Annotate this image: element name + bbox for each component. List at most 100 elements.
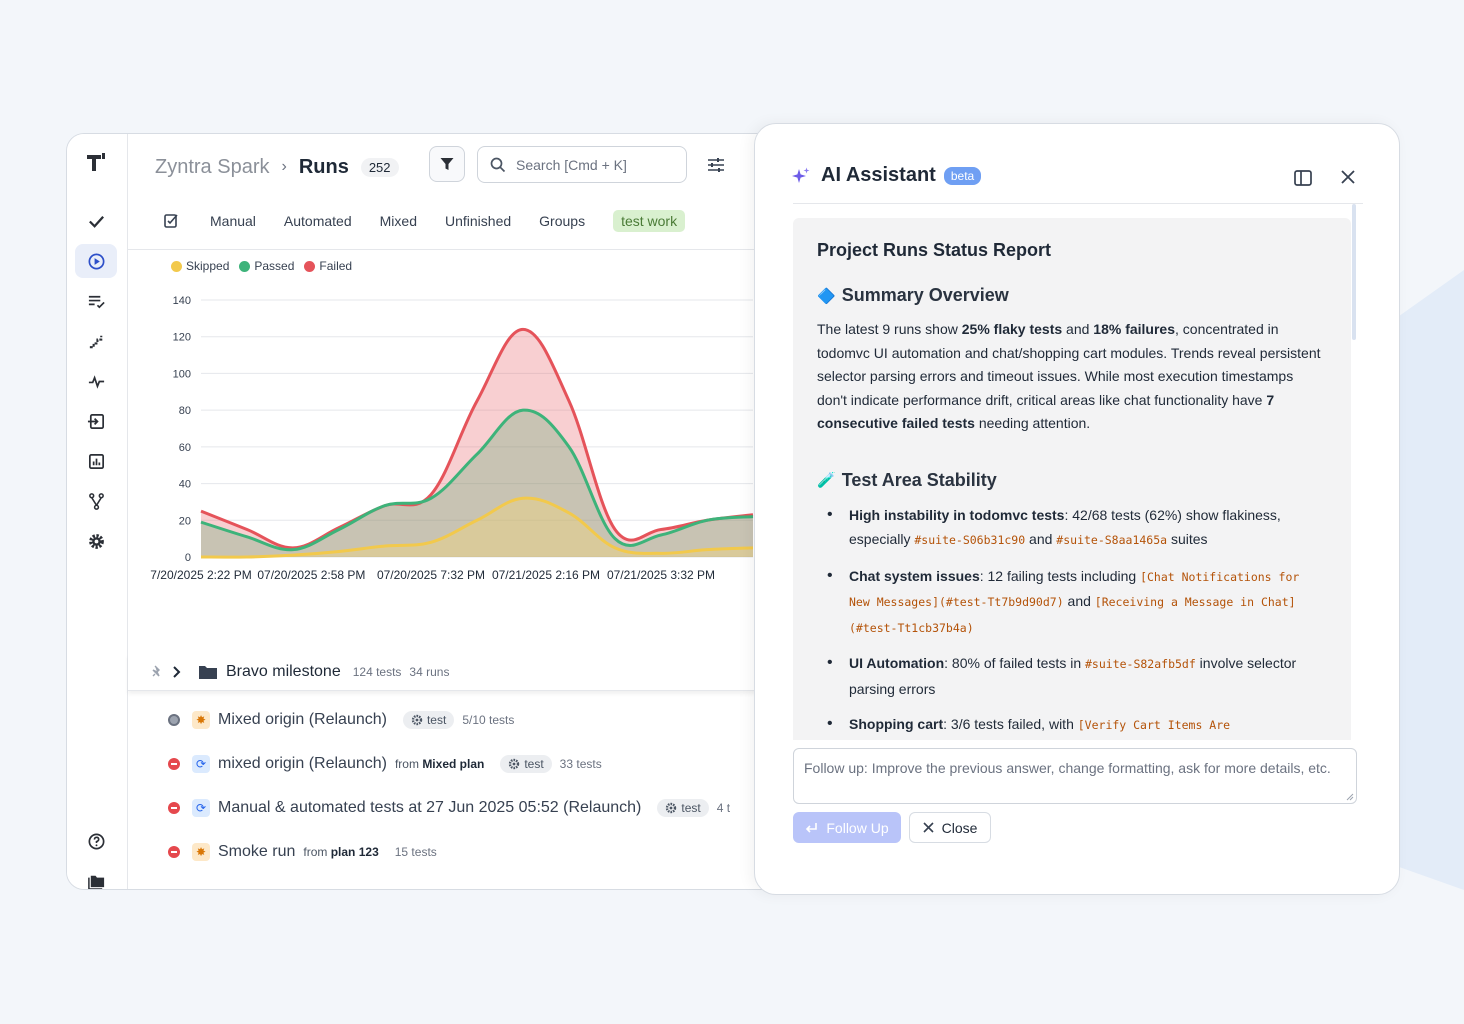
pin-icon[interactable] bbox=[150, 665, 164, 679]
legend-label-passed: Passed bbox=[254, 259, 295, 273]
close-small-icon bbox=[923, 822, 934, 833]
status-mixed-icon bbox=[168, 714, 180, 726]
beta-badge: beta bbox=[943, 166, 982, 185]
tag-test-work[interactable]: test work bbox=[613, 210, 686, 232]
x-tick-label: 07/20/2025 2:58 PM bbox=[257, 568, 365, 582]
assistant-header: AI Assistant beta bbox=[791, 164, 982, 187]
legend-label-failed: Failed bbox=[319, 259, 353, 273]
list-check-icon[interactable] bbox=[75, 284, 117, 318]
follow-up-input[interactable]: Follow up: Improve the previous answer, … bbox=[793, 748, 1357, 804]
tab-groups[interactable]: Groups bbox=[539, 213, 585, 229]
steps-icon[interactable] bbox=[75, 324, 117, 358]
y-tick-label: 80 bbox=[179, 405, 191, 417]
suite-link[interactable]: #suite-S8aa1465a bbox=[1056, 533, 1167, 547]
runs-count-badge: 252 bbox=[360, 157, 399, 177]
legend-swatch-skipped bbox=[171, 260, 182, 272]
help-icon[interactable] bbox=[75, 824, 117, 858]
run-source-plan: from plan 123 bbox=[303, 845, 378, 859]
report-title: Project Runs Status Report bbox=[817, 240, 1052, 260]
follow-up-placeholder: Follow up: Improve the previous answer, … bbox=[804, 760, 1331, 776]
bullet-text: : 80% of failed tests in bbox=[944, 655, 1085, 671]
plan-name[interactable]: plan 123 bbox=[331, 845, 379, 859]
run-title[interactable]: Manual & automated tests at 27 Jun 2025 … bbox=[218, 799, 641, 817]
legend-passed[interactable]: Passed bbox=[239, 259, 294, 273]
run-title[interactable]: Mixed origin (Relaunch) bbox=[218, 711, 387, 729]
run-row[interactable]: ✸ Mixed origin (Relaunch) test 5/10 test… bbox=[128, 698, 522, 742]
group-row[interactable]: Bravo milestone 124 tests 34 runs bbox=[128, 654, 785, 691]
tab-manual[interactable]: Manual bbox=[210, 213, 256, 229]
run-row[interactable]: ✸ Smoke run from plan 123 15 tests bbox=[128, 830, 445, 874]
play-circle-icon[interactable] bbox=[75, 244, 117, 278]
page-title: Runs bbox=[298, 155, 349, 178]
stability-heading: 🧪 Test Area Stability bbox=[817, 470, 1325, 491]
sidebar-toggle-icon[interactable] bbox=[1293, 168, 1313, 188]
search-icon bbox=[490, 157, 506, 172]
run-test-count: 15 tests bbox=[394, 845, 437, 859]
tag-test[interactable]: test bbox=[402, 711, 455, 729]
tag-test[interactable]: test bbox=[657, 799, 709, 817]
x-tick-label: 07/21/2025 3:32 PM bbox=[607, 568, 715, 582]
suite-link[interactable]: #suite-S06b31c90 bbox=[914, 533, 1025, 547]
bullet-text: suites bbox=[1167, 531, 1208, 547]
tab-mixed[interactable]: Mixed bbox=[380, 213, 417, 229]
summary-text: The latest 9 runs show 25% flaky tests a… bbox=[817, 318, 1325, 436]
tab-automated[interactable]: Automated bbox=[284, 213, 352, 229]
tag-label: test bbox=[426, 713, 447, 727]
tab-unfinished[interactable]: Unfinished bbox=[445, 213, 511, 229]
follow-up-button[interactable]: Follow Up bbox=[793, 812, 901, 843]
suite-link[interactable]: #suite-S82afb5df bbox=[1085, 657, 1196, 671]
summary-heading: 🔷 Summary Overview bbox=[817, 285, 1325, 306]
select-all-icon[interactable] bbox=[162, 212, 180, 230]
group-runs-count: 34 runs bbox=[409, 665, 450, 679]
analytics-icon[interactable] bbox=[75, 444, 117, 478]
group-tests-count: 124 tests bbox=[352, 665, 402, 679]
background-shape bbox=[1394, 270, 1464, 890]
status-failed-icon bbox=[168, 758, 180, 770]
filter-icon bbox=[440, 158, 454, 170]
tag-label: test bbox=[524, 757, 544, 771]
resize-grip-icon[interactable] bbox=[1346, 793, 1354, 801]
run-title[interactable]: Smoke run bbox=[218, 843, 295, 861]
runs-window: Zyntra Spark › Runs 252 Search [Cmd + K]… bbox=[66, 133, 786, 890]
bullet-strong: High instability in todomvc tests bbox=[849, 506, 1065, 523]
chevron-right-icon[interactable] bbox=[172, 666, 182, 678]
y-tick-label: 0 bbox=[185, 552, 191, 564]
gear-icon[interactable] bbox=[75, 524, 117, 558]
search-input[interactable]: Search [Cmd + K] bbox=[477, 146, 687, 183]
sliders-icon[interactable] bbox=[707, 156, 725, 174]
ai-assistant-panel: AI Assistant beta Project Runs Status Re… bbox=[754, 123, 1400, 895]
tag-test[interactable]: test bbox=[500, 755, 552, 773]
list-item: High instability in todomvc tests: 42/68… bbox=[825, 503, 1325, 553]
sidebar bbox=[67, 134, 128, 889]
bullet-text: and bbox=[1063, 593, 1095, 609]
pulse-icon[interactable] bbox=[75, 364, 117, 398]
y-tick-label: 40 bbox=[179, 479, 191, 491]
legend-skipped[interactable]: Skipped bbox=[171, 259, 229, 273]
close-button[interactable]: Close bbox=[909, 812, 991, 843]
checkmark-icon[interactable] bbox=[75, 204, 117, 238]
y-tick-label: 100 bbox=[173, 368, 191, 380]
run-row[interactable]: ⟳ Manual & automated tests at 27 Jun 202… bbox=[128, 786, 738, 830]
y-tick-label: 120 bbox=[173, 332, 191, 344]
y-tick-label: 20 bbox=[179, 515, 191, 527]
run-title[interactable]: mixed origin (Relaunch) bbox=[218, 755, 387, 773]
filter-button[interactable] bbox=[429, 146, 465, 182]
run-row[interactable]: ⟳ mixed origin (Relaunch) from Mixed pla… bbox=[128, 742, 610, 786]
import-icon[interactable] bbox=[75, 404, 117, 438]
folders-icon[interactable] bbox=[75, 863, 117, 889]
legend-failed[interactable]: Failed bbox=[304, 259, 352, 273]
run-type-tabs: Manual Automated Mixed Unfinished Groups… bbox=[162, 210, 686, 232]
automated-run-icon: ⟳ bbox=[192, 799, 210, 817]
breadcrumb-project[interactable]: Zyntra Spark bbox=[155, 156, 269, 179]
assistant-title: AI Assistant bbox=[821, 164, 936, 186]
close-icon[interactable] bbox=[1339, 168, 1357, 186]
automated-run-icon: ⟳ bbox=[192, 755, 210, 773]
plan-name[interactable]: Mixed plan bbox=[422, 757, 484, 771]
status-failed-icon bbox=[168, 846, 180, 858]
bullet-text: : 3/6 tests failed, with bbox=[943, 716, 1078, 732]
summary-part: The latest 9 runs show bbox=[817, 321, 962, 337]
branch-icon[interactable] bbox=[75, 484, 117, 518]
report-scrollbar[interactable] bbox=[1352, 204, 1356, 340]
test-link[interactable]: [Verify Cart Items Are bbox=[1078, 718, 1230, 732]
gear-small-icon bbox=[509, 758, 520, 770]
